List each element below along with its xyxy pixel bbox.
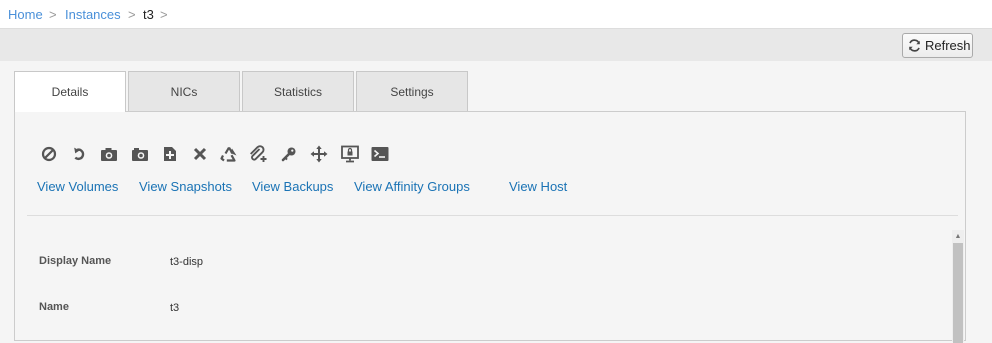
vm-snapshot-icon[interactable] xyxy=(130,144,150,164)
breadcrumb-instances[interactable]: Instances xyxy=(65,7,121,22)
tab-nics[interactable]: NICs xyxy=(128,71,240,111)
terminal-icon[interactable] xyxy=(370,144,390,164)
attach-iso-icon[interactable] xyxy=(160,144,180,164)
divider xyxy=(27,215,958,216)
destroy-icon[interactable] xyxy=(190,144,210,164)
tab-settings[interactable]: Settings xyxy=(356,71,468,111)
detail-value: t3-disp xyxy=(170,256,204,268)
breadcrumb: Home > Instances > t3 > xyxy=(0,0,992,28)
reset-ssh-key-icon[interactable] xyxy=(279,144,299,164)
reboot-icon[interactable] xyxy=(69,144,89,164)
scroll-thumb[interactable] xyxy=(953,243,963,343)
detail-row-name: Name t3 xyxy=(27,274,947,320)
view-affinity-groups-link[interactable]: View Affinity Groups xyxy=(354,179,470,194)
toolbar: Refresh xyxy=(0,28,992,61)
breadcrumb-separator: > xyxy=(49,7,57,22)
refresh-button[interactable]: Refresh xyxy=(902,33,973,58)
detail-label: Name xyxy=(39,301,69,313)
detail-row-display-name: Display Name t3-disp xyxy=(27,228,947,274)
view-volumes-link[interactable]: View Volumes xyxy=(37,179,118,194)
scroll-up-arrow[interactable]: ▲ xyxy=(952,230,964,242)
details-scrollbar[interactable]: ▲ xyxy=(952,230,964,343)
stop-icon[interactable] xyxy=(39,144,59,164)
breadcrumb-home[interactable]: Home xyxy=(8,7,43,22)
view-backups-link[interactable]: View Backups xyxy=(252,179,333,194)
view-console-icon[interactable] xyxy=(340,144,360,164)
view-snapshots-link[interactable]: View Snapshots xyxy=(139,179,232,194)
tab-details[interactable]: Details xyxy=(14,71,126,112)
view-host-link[interactable]: View Host xyxy=(509,179,567,194)
details-panel: View Volumes View Snapshots View Backups… xyxy=(14,111,966,343)
tab-statistics[interactable]: Statistics xyxy=(242,71,354,111)
breadcrumb-current: t3 xyxy=(143,7,154,22)
migrate-icon[interactable] xyxy=(309,144,329,164)
snapshot-icon[interactable] xyxy=(99,144,119,164)
breadcrumb-separator: > xyxy=(128,7,136,22)
breadcrumb-separator: > xyxy=(160,7,168,22)
detail-label: Display Name xyxy=(39,255,112,267)
refresh-label: Refresh xyxy=(925,38,971,53)
detail-value: t3 xyxy=(170,302,180,314)
refresh-icon xyxy=(909,39,920,52)
add-attachment-icon[interactable] xyxy=(248,144,268,164)
reinstall-icon[interactable] xyxy=(219,144,239,164)
